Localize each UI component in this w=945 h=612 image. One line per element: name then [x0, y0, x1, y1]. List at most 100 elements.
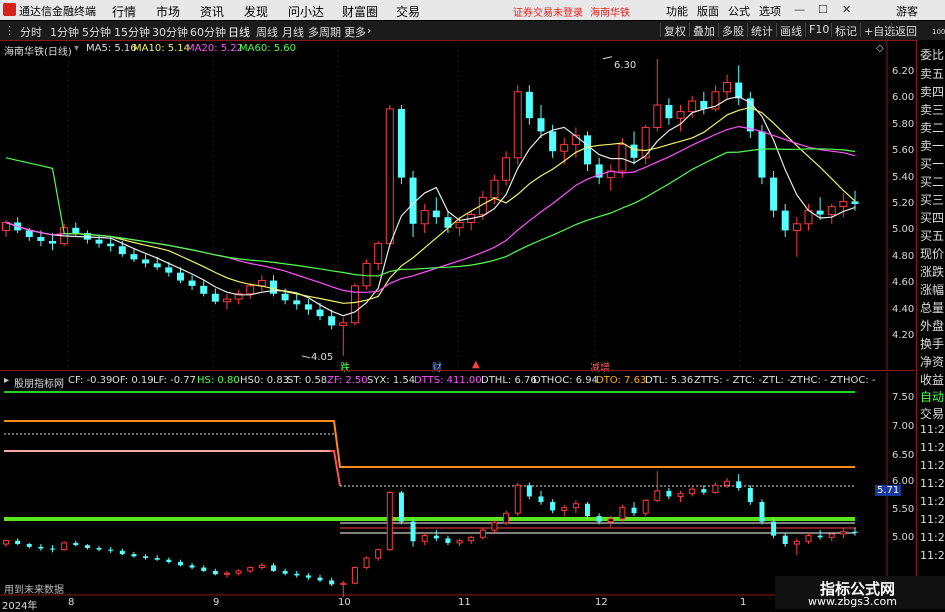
- candle-body: [385, 108, 394, 245]
- menu-item-caifuquan[interactable]: 财富圈: [342, 3, 378, 20]
- collapse-icon[interactable]: ▾: [74, 43, 79, 54]
- period-fenshi[interactable]: 分时: [20, 24, 42, 40]
- minimize-icon[interactable]: —: [794, 3, 805, 16]
- panel-earning[interactable]: 收益: [920, 371, 944, 388]
- signal-triangle[interactable]: ▲: [472, 359, 480, 370]
- period-weekly[interactable]: 周线: [256, 24, 278, 40]
- period-more[interactable]: 更多: [344, 24, 366, 40]
- panel-time-8: 11:29: [920, 549, 945, 562]
- panel-netasset[interactable]: 净资: [920, 353, 944, 370]
- panel-buy1[interactable]: 买一: [920, 155, 944, 172]
- panel-turnover[interactable]: 换手: [920, 335, 944, 352]
- menu-item-xuanxiang[interactable]: 选项: [759, 3, 781, 19]
- panel-weibi[interactable]: 委比: [920, 46, 944, 63]
- fuquan-button[interactable]: 复权: [660, 23, 689, 38]
- candle-body: [258, 564, 265, 569]
- f10-button[interactable]: F10: [805, 23, 832, 37]
- panel-change[interactable]: 涨跌: [920, 263, 944, 280]
- panel-outer[interactable]: 外盘: [920, 317, 944, 334]
- period-multi[interactable]: 多周期: [308, 24, 341, 40]
- tongji-button[interactable]: 统计: [747, 23, 776, 38]
- candle-body: [143, 556, 149, 559]
- candle-body: [701, 489, 707, 493]
- login-warning[interactable]: 证券交易未登录: [513, 4, 583, 19]
- panel-time-1: 11:29: [920, 423, 945, 436]
- menu-item-gongneng[interactable]: 功能: [666, 3, 688, 19]
- panel-sell3[interactable]: 卖三: [920, 101, 944, 118]
- biaoji-button[interactable]: 标记: [831, 23, 860, 38]
- candle-body: [781, 210, 789, 231]
- sub-y-650: 6.50: [892, 450, 915, 461]
- panel-sell1[interactable]: 卖一: [920, 137, 944, 154]
- panel-volume[interactable]: 总量: [920, 299, 944, 316]
- high-marker: [602, 56, 613, 60]
- candle-body: [839, 200, 848, 208]
- panel-trade[interactable]: 交易: [920, 405, 944, 422]
- chevron-right-icon[interactable]: ›: [367, 24, 371, 37]
- pane-divider[interactable]: [0, 370, 915, 371]
- menu-item-shichang[interactable]: 市场: [156, 3, 180, 20]
- panel-change-pct[interactable]: 涨幅: [920, 281, 944, 298]
- panel-toggle-icon[interactable]: ◇: [876, 43, 884, 54]
- panel-price[interactable]: 现价: [920, 245, 944, 262]
- menu-item-gongshi[interactable]: 公式: [728, 3, 750, 19]
- indicator-name[interactable]: 股朋指标网: [14, 375, 64, 390]
- menu-item-faxian[interactable]: 发现: [244, 3, 268, 20]
- menu-item-zixun[interactable]: 资讯: [200, 3, 224, 20]
- period-60min[interactable]: 60分钟: [190, 24, 226, 40]
- period-daily[interactable]: 日线: [228, 24, 250, 40]
- candle-body: [537, 118, 545, 132]
- main-kline-chart[interactable]: 海南华铁(日线) ▾ MA5: 5.16 MA10: 5.14 MA20: 5.…: [0, 40, 915, 374]
- ind-of: OF: 0.19: [112, 375, 154, 386]
- candle-body: [827, 206, 836, 216]
- candle-body: [351, 567, 358, 584]
- panel-time-3: 11:29: [920, 459, 945, 472]
- panel-buy4[interactable]: 买四: [920, 209, 944, 226]
- candle-body: [26, 544, 32, 547]
- period-monthly[interactable]: 月线: [282, 24, 304, 40]
- corner-badge: 1000: [932, 28, 945, 36]
- back-button[interactable]: 返回: [891, 23, 920, 38]
- candle-body: [410, 521, 416, 542]
- candle-body: [654, 490, 661, 501]
- y-label-500: 5.00: [892, 224, 915, 235]
- candle-body: [782, 535, 788, 545]
- panel-auto[interactable]: 自动: [920, 388, 944, 405]
- candle-body: [502, 157, 511, 181]
- panel-sell2[interactable]: 卖二: [920, 119, 944, 136]
- y-label-420: 4.20: [892, 330, 915, 341]
- ind-dtl: DTL: 5.36: [645, 375, 694, 386]
- panel-sell4[interactable]: 卖四: [920, 83, 944, 100]
- menu-item-hangqing[interactable]: 行情: [112, 3, 136, 20]
- period-5min[interactable]: 5分钟: [82, 24, 111, 40]
- indicator-chart[interactable]: ▸ 股朋指标网 CF: -0.39 OF: 0.19 LF: -0.77 HS:…: [0, 372, 915, 609]
- indicator-svg[interactable]: [0, 372, 915, 609]
- current-price-tag: 5.71: [875, 485, 902, 496]
- menu-item-jiaoyi[interactable]: 交易: [396, 3, 420, 20]
- panel-buy5[interactable]: 买五: [920, 227, 944, 244]
- panel-buy2[interactable]: 买二: [920, 173, 944, 190]
- diejia-button[interactable]: 叠加: [689, 23, 718, 38]
- expand-icon[interactable]: ▸: [4, 375, 9, 386]
- maximize-icon[interactable]: ☐: [818, 3, 828, 16]
- y-label-580: 5.80: [892, 119, 915, 130]
- huaxian-button[interactable]: 画线: [776, 23, 805, 38]
- close-icon[interactable]: ✕: [842, 3, 851, 16]
- ind-cf: CF: -0.39: [68, 375, 113, 386]
- period-1min[interactable]: 1分钟: [50, 24, 79, 40]
- candle-body: [397, 108, 405, 178]
- menu-item-banmian[interactable]: 版面: [697, 3, 719, 19]
- kline-svg[interactable]: [0, 40, 915, 370]
- panel-sell5[interactable]: 卖五: [920, 65, 944, 82]
- period-30min[interactable]: 30分钟: [152, 24, 188, 40]
- candle-body: [677, 493, 684, 497]
- user-label[interactable]: 游客: [896, 3, 918, 19]
- period-15min[interactable]: 15分钟: [114, 24, 150, 40]
- y-label-560: 5.60: [892, 145, 915, 156]
- candle-body: [747, 488, 753, 503]
- date-label-11: 11: [458, 597, 471, 608]
- duogu-button[interactable]: 多股: [718, 23, 747, 38]
- panel-buy3[interactable]: 买三: [920, 191, 944, 208]
- menu-item-wenxiaoda[interactable]: 问小达: [288, 3, 324, 20]
- ind-zthoc: ZTHOC: -: [830, 375, 876, 386]
